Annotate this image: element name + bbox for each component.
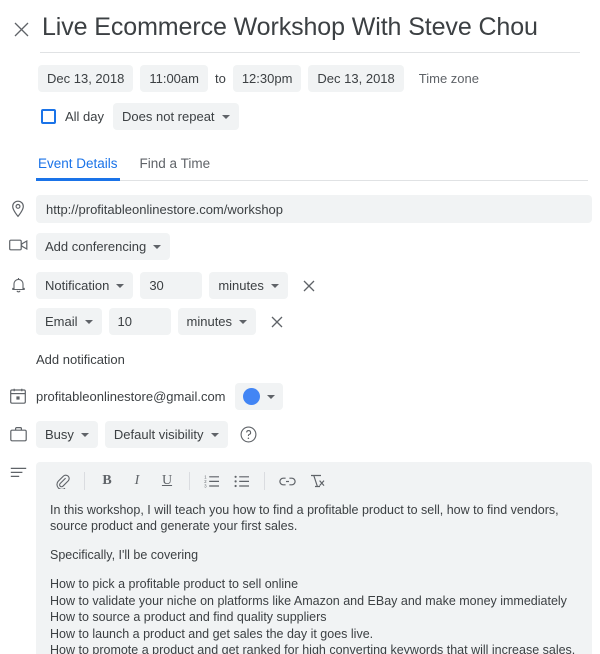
list-item: How to pick a profitable product to sell…	[50, 577, 299, 591]
remove-notification-button-2[interactable]	[266, 311, 288, 333]
calendar-email: profitableonlinestore@gmail.com	[36, 389, 226, 404]
underline-icon[interactable]: U	[153, 468, 181, 494]
notification-row-1: Notification minutes	[36, 272, 592, 299]
timezone-button[interactable]: Time zone	[419, 71, 479, 86]
availability-row: Busy Default visibility	[0, 421, 600, 448]
notification-type-dropdown-1[interactable]: Notification	[36, 272, 134, 299]
video-camera-icon	[0, 233, 36, 252]
italic-icon[interactable]: I	[123, 468, 151, 494]
notification-unit-label-2: minutes	[186, 314, 233, 329]
description-text-area[interactable]: In this workshop, I will teach you how t…	[36, 498, 592, 654]
to-label: to	[214, 71, 226, 86]
help-circle-icon[interactable]	[240, 426, 258, 444]
availability-body: Busy Default visibility	[36, 421, 600, 448]
visibility-dropdown[interactable]: Default visibility	[104, 421, 228, 448]
chevron-down-icon	[270, 283, 279, 288]
notification-type-label-2: Email	[45, 314, 78, 329]
event-color-dropdown[interactable]	[234, 383, 283, 410]
list-item: How to promote a product and get ranked …	[50, 643, 576, 654]
description-list: How to pick a profitable product to sell…	[50, 576, 578, 654]
location-input[interactable]	[36, 195, 592, 223]
calendar-owner-row: profitableonlinestore@gmail.com	[36, 383, 592, 410]
chevron-down-icon	[239, 319, 248, 324]
list-item: How to validate your niche on platforms …	[50, 593, 567, 608]
notification-amount-input-1[interactable]	[140, 272, 203, 299]
notifications-row: Notification minutes Email	[0, 272, 600, 369]
calendar-body: profitableonlinestore@gmail.com	[36, 383, 600, 410]
chevron-down-icon	[80, 432, 89, 437]
calendar-row: profitableonlinestore@gmail.com	[0, 383, 600, 410]
date-time-row: Dec 13, 2018 11:00am to 12:30pm Dec 13, …	[0, 53, 600, 92]
tab-find-a-time[interactable]: Find a Time	[138, 152, 213, 181]
location-body	[36, 195, 600, 223]
list-item: How to launch a product and get sales th…	[50, 626, 374, 641]
end-date-chip[interactable]: Dec 13, 2018	[308, 65, 404, 92]
event-color-dot	[242, 388, 260, 405]
chevron-down-icon	[266, 394, 275, 399]
chevron-down-icon	[84, 319, 93, 324]
availability-controls: Busy Default visibility	[36, 421, 592, 448]
notification-unit-dropdown-2[interactable]: minutes	[177, 308, 257, 335]
description-paragraph-1: In this workshop, I will teach you how t…	[50, 503, 559, 533]
bold-icon[interactable]: B	[93, 468, 121, 494]
chevron-down-icon	[153, 244, 162, 249]
toolbar-divider	[264, 472, 265, 490]
notification-amount-input-2[interactable]	[108, 308, 171, 335]
notification-row-2: Email minutes	[36, 308, 592, 335]
add-notification-wrap: Add notification	[36, 351, 592, 369]
conferencing-row: Add conferencing	[0, 233, 600, 260]
description-toolbar: B I U 1 2 3	[36, 462, 592, 498]
notification-type-dropdown-2[interactable]: Email	[36, 308, 102, 335]
visibility-label: Default visibility	[113, 427, 204, 442]
notification-unit-dropdown-1[interactable]: minutes	[209, 272, 288, 299]
notifications-body: Notification minutes Email	[36, 272, 600, 369]
add-notification-button[interactable]: Add notification	[36, 352, 125, 367]
description-lines-icon	[0, 462, 36, 479]
attach-file-icon[interactable]	[48, 468, 76, 494]
svg-text:3: 3	[204, 483, 207, 487]
bulleted-list-icon[interactable]	[228, 468, 256, 494]
notification-type-label-1: Notification	[45, 278, 110, 293]
remove-notification-button-1[interactable]	[298, 275, 320, 297]
tab-event-details[interactable]: Event Details	[36, 152, 120, 181]
toolbar-divider	[189, 472, 190, 490]
all-day-row: All day Does not repeat	[0, 92, 600, 130]
notification-unit-label-1: minutes	[218, 278, 264, 293]
chevron-down-icon	[116, 283, 125, 288]
location-row	[0, 195, 600, 223]
conferencing-body: Add conferencing	[36, 233, 600, 260]
all-day-label: All day	[65, 109, 105, 124]
start-time-chip[interactable]: 11:00am	[140, 65, 208, 92]
end-time-chip[interactable]: 12:30pm	[232, 65, 302, 92]
busy-label: Busy	[45, 427, 74, 442]
recurrence-dropdown[interactable]: Does not repeat	[113, 103, 239, 130]
event-editor-page: Live Ecommerce Workshop With Steve Chou …	[0, 0, 600, 654]
editor-tabs: Event Details Find a Time	[36, 152, 588, 181]
chevron-down-icon	[221, 114, 230, 119]
description-row: B I U 1 2 3 In this workshop, I will tea…	[0, 462, 600, 654]
add-conferencing-label: Add conferencing	[45, 239, 147, 254]
title-wrap: Live Ecommerce Workshop With Steve Chou	[40, 10, 588, 53]
busy-dropdown[interactable]: Busy	[36, 421, 98, 448]
location-pin-icon	[0, 195, 36, 218]
close-icon[interactable]	[8, 16, 34, 42]
clear-formatting-icon[interactable]	[303, 468, 331, 494]
recurrence-label: Does not repeat	[122, 109, 215, 124]
event-title-input[interactable]: Live Ecommerce Workshop With Steve Chou	[40, 10, 580, 53]
list-item: How to source a product and find quality…	[50, 610, 327, 624]
insert-link-icon[interactable]	[273, 468, 301, 494]
description-paragraph-2: Specifically, I'll be covering	[50, 548, 199, 562]
briefcase-icon	[0, 421, 36, 442]
start-date-chip[interactable]: Dec 13, 2018	[38, 65, 134, 92]
calendar-icon	[0, 383, 36, 404]
chevron-down-icon	[210, 432, 219, 437]
add-conferencing-dropdown[interactable]: Add conferencing	[36, 233, 171, 260]
editor-header: Live Ecommerce Workshop With Steve Chou	[0, 0, 600, 53]
toolbar-divider	[84, 472, 85, 490]
description-body: B I U 1 2 3 In this workshop, I will tea…	[36, 462, 600, 654]
all-day-checkbox[interactable]	[41, 109, 56, 124]
numbered-list-icon[interactable]: 1 2 3	[198, 468, 226, 494]
bell-icon	[0, 272, 36, 294]
description-panel: B I U 1 2 3 In this workshop, I will tea…	[36, 462, 592, 654]
